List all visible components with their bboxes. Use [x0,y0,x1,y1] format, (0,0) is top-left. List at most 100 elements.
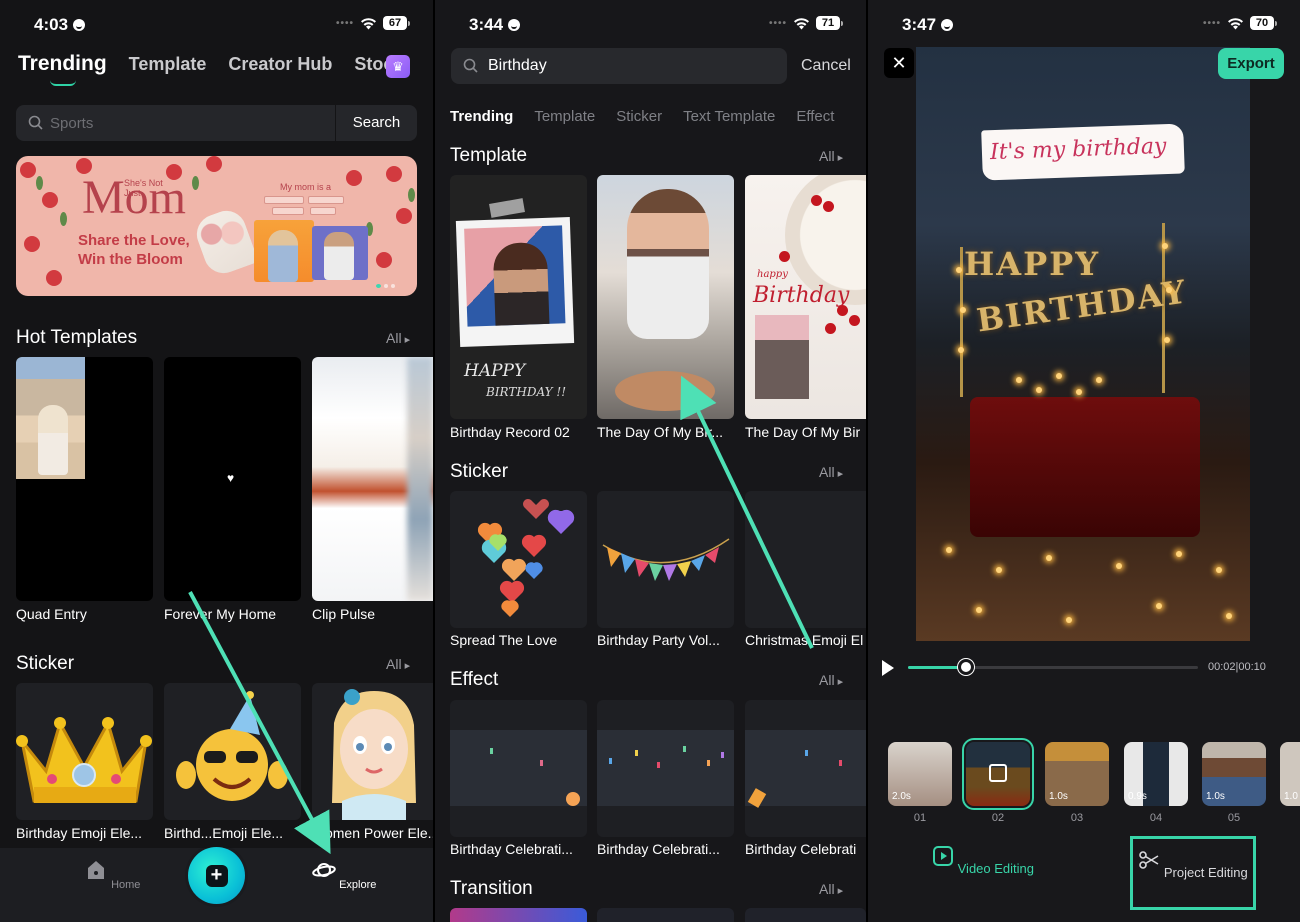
clip-thumbnail[interactable]: 1.0s [1202,742,1266,806]
banner-subtitle: She's Not Just [124,178,163,198]
template-section-title: Template [450,145,528,166]
tab-creator-hub[interactable]: Creator Hub [228,54,332,75]
balloon-text-happy: HAPPY [964,245,1101,283]
transition-section-title: Transition [450,878,533,899]
active-tab-indicator [50,80,76,86]
clip-thumbnail[interactable]: 1.0 [1280,742,1300,806]
wifi-icon [794,17,809,29]
timeline-scrubber[interactable] [908,666,1198,669]
clip-number: 05 [1227,812,1241,824]
nav-home-label: Home [111,879,141,891]
editor-screen: 3:47 •••• 70 It's my birthday HAPPY BIRT… [868,0,1300,922]
clip-thumbnail-selected[interactable] [962,738,1034,810]
video-editing-tab[interactable]: Video Editing [932,845,1034,876]
status-time: 3:47 [902,15,954,35]
bouquet-image [191,205,259,279]
time-readout: 00:02|00:10 [1208,661,1266,673]
effect-card-2[interactable] [597,700,734,837]
tab-template[interactable]: Template [534,108,595,125]
tab-sticker[interactable]: Sticker [616,108,662,125]
transition-card-3[interactable] [745,908,866,922]
tab-text-template[interactable]: Text Template [683,108,775,125]
template-card-birthday-record[interactable]: HAPPY BIRTHDAY !! [450,175,587,419]
nav-explore-label: Explore [339,879,377,891]
bunting-sticker [602,538,730,581]
sticker-all-link[interactable]: All [386,656,410,672]
video-editing-label: Video Editing [957,861,1034,876]
edit-icon[interactable] [989,764,1007,782]
sticker-card-party-emoji[interactable] [164,683,301,820]
status-bar: 4:03 •••• 67 [0,14,433,36]
banner-photo-2 [312,226,368,280]
banner-photo-1 [254,220,314,282]
clip-thumbnail[interactable]: 0.9s [1124,742,1188,806]
search-bar[interactable]: Birthday [451,48,787,84]
tab-template[interactable]: Template [129,54,207,75]
cancel-button[interactable]: Cancel [801,57,851,75]
nav-explore[interactable]: Explore [312,858,376,891]
template-card-day-of-my-birthday-2[interactable]: happy Birthday [745,175,866,419]
card-text-happy-small: happy [757,269,788,280]
effect-label: Birthday Celebrati [745,841,857,857]
sticker-section-title: Sticker [16,653,75,674]
clip-number: 04 [1149,812,1163,824]
template-thumbnail [16,357,85,479]
card-text-happy: HAPPY [464,361,526,381]
export-button[interactable]: Export [1218,48,1284,79]
effect-card-1[interactable] [450,700,587,837]
effect-card-3[interactable] [745,700,866,837]
timeline-handle[interactable] [958,659,974,675]
template-label: The Day Of My Bir [745,424,861,440]
transition-all-link[interactable]: All [819,881,843,897]
tab-effect[interactable]: Effect [796,108,834,125]
transition-card-2[interactable] [597,908,734,922]
clip-thumbnail[interactable]: 2.0s [888,742,952,806]
project-editing-tab[interactable]: Project Editing [1130,836,1256,910]
clip-number: 03 [1070,812,1084,824]
template-card-day-of-my-birthday[interactable] [597,175,734,419]
play-icon[interactable] [882,660,894,676]
battery-indicator: 67 [383,16,410,30]
video-preview[interactable]: It's my birthday HAPPY BIRTHDAY [916,47,1250,641]
party-emoji-sticker [176,691,288,801]
create-project-button[interactable]: + [188,847,245,904]
sticker-card-crown[interactable] [16,683,153,820]
wifi-icon [1228,17,1243,29]
nav-home[interactable]: Home [84,858,140,891]
clip-thumbnail[interactable]: 1.0s [1045,742,1109,806]
search-button[interactable]: Search [335,105,417,141]
premium-crown-icon[interactable]: ♛ [386,55,410,78]
sticker-label: Birthd...Emoji Ele... [164,825,284,841]
sticker-card-christmas-emoji[interactable] [745,491,866,628]
tab-trending[interactable]: Trending [450,108,513,125]
video-play-icon [933,846,953,866]
template-card-forever-my-home[interactable]: ♥ [164,357,301,601]
search-input[interactable]: Birthday [488,57,547,75]
search-results-screen: 3:44 •••• 71 Birthday Cancel Trending Te… [435,0,866,922]
heart-icon: ♥ [227,471,235,485]
template-all-link[interactable]: All [819,148,843,164]
status-time: 4:03 [34,15,86,35]
sticker-card-birthday-party[interactable] [597,491,734,628]
sticker-card-spread-the-love[interactable] [450,491,587,628]
sticker-card-women-power[interactable] [312,683,433,820]
template-label: Quad Entry [16,606,87,622]
close-button[interactable]: ✕ [884,48,914,78]
template-label: Forever My Home [164,606,277,622]
hearts-sticker [477,499,575,617]
transition-card-1[interactable] [450,908,587,922]
wifi-icon [361,17,376,29]
sticker-label: Spread The Love [450,632,558,648]
effect-all-link[interactable]: All [819,672,843,688]
hot-templates-all-link[interactable]: All [386,330,410,346]
search-input[interactable]: Sports [50,115,93,132]
template-card-clip-pulse[interactable] [312,357,433,601]
template-card-quad-entry[interactable] [16,357,153,601]
signal-icon: •••• [335,17,354,29]
sticker-label: Birthday Emoji Ele... [16,825,143,841]
sticker-all-link[interactable]: All [819,464,843,480]
tab-trending[interactable]: Trending [18,52,107,76]
search-bar[interactable]: Sports Search [16,105,417,141]
promo-banner[interactable]: Mom She's Not Just Share the Love, Win t… [16,156,417,296]
signal-icon: •••• [1202,17,1221,29]
